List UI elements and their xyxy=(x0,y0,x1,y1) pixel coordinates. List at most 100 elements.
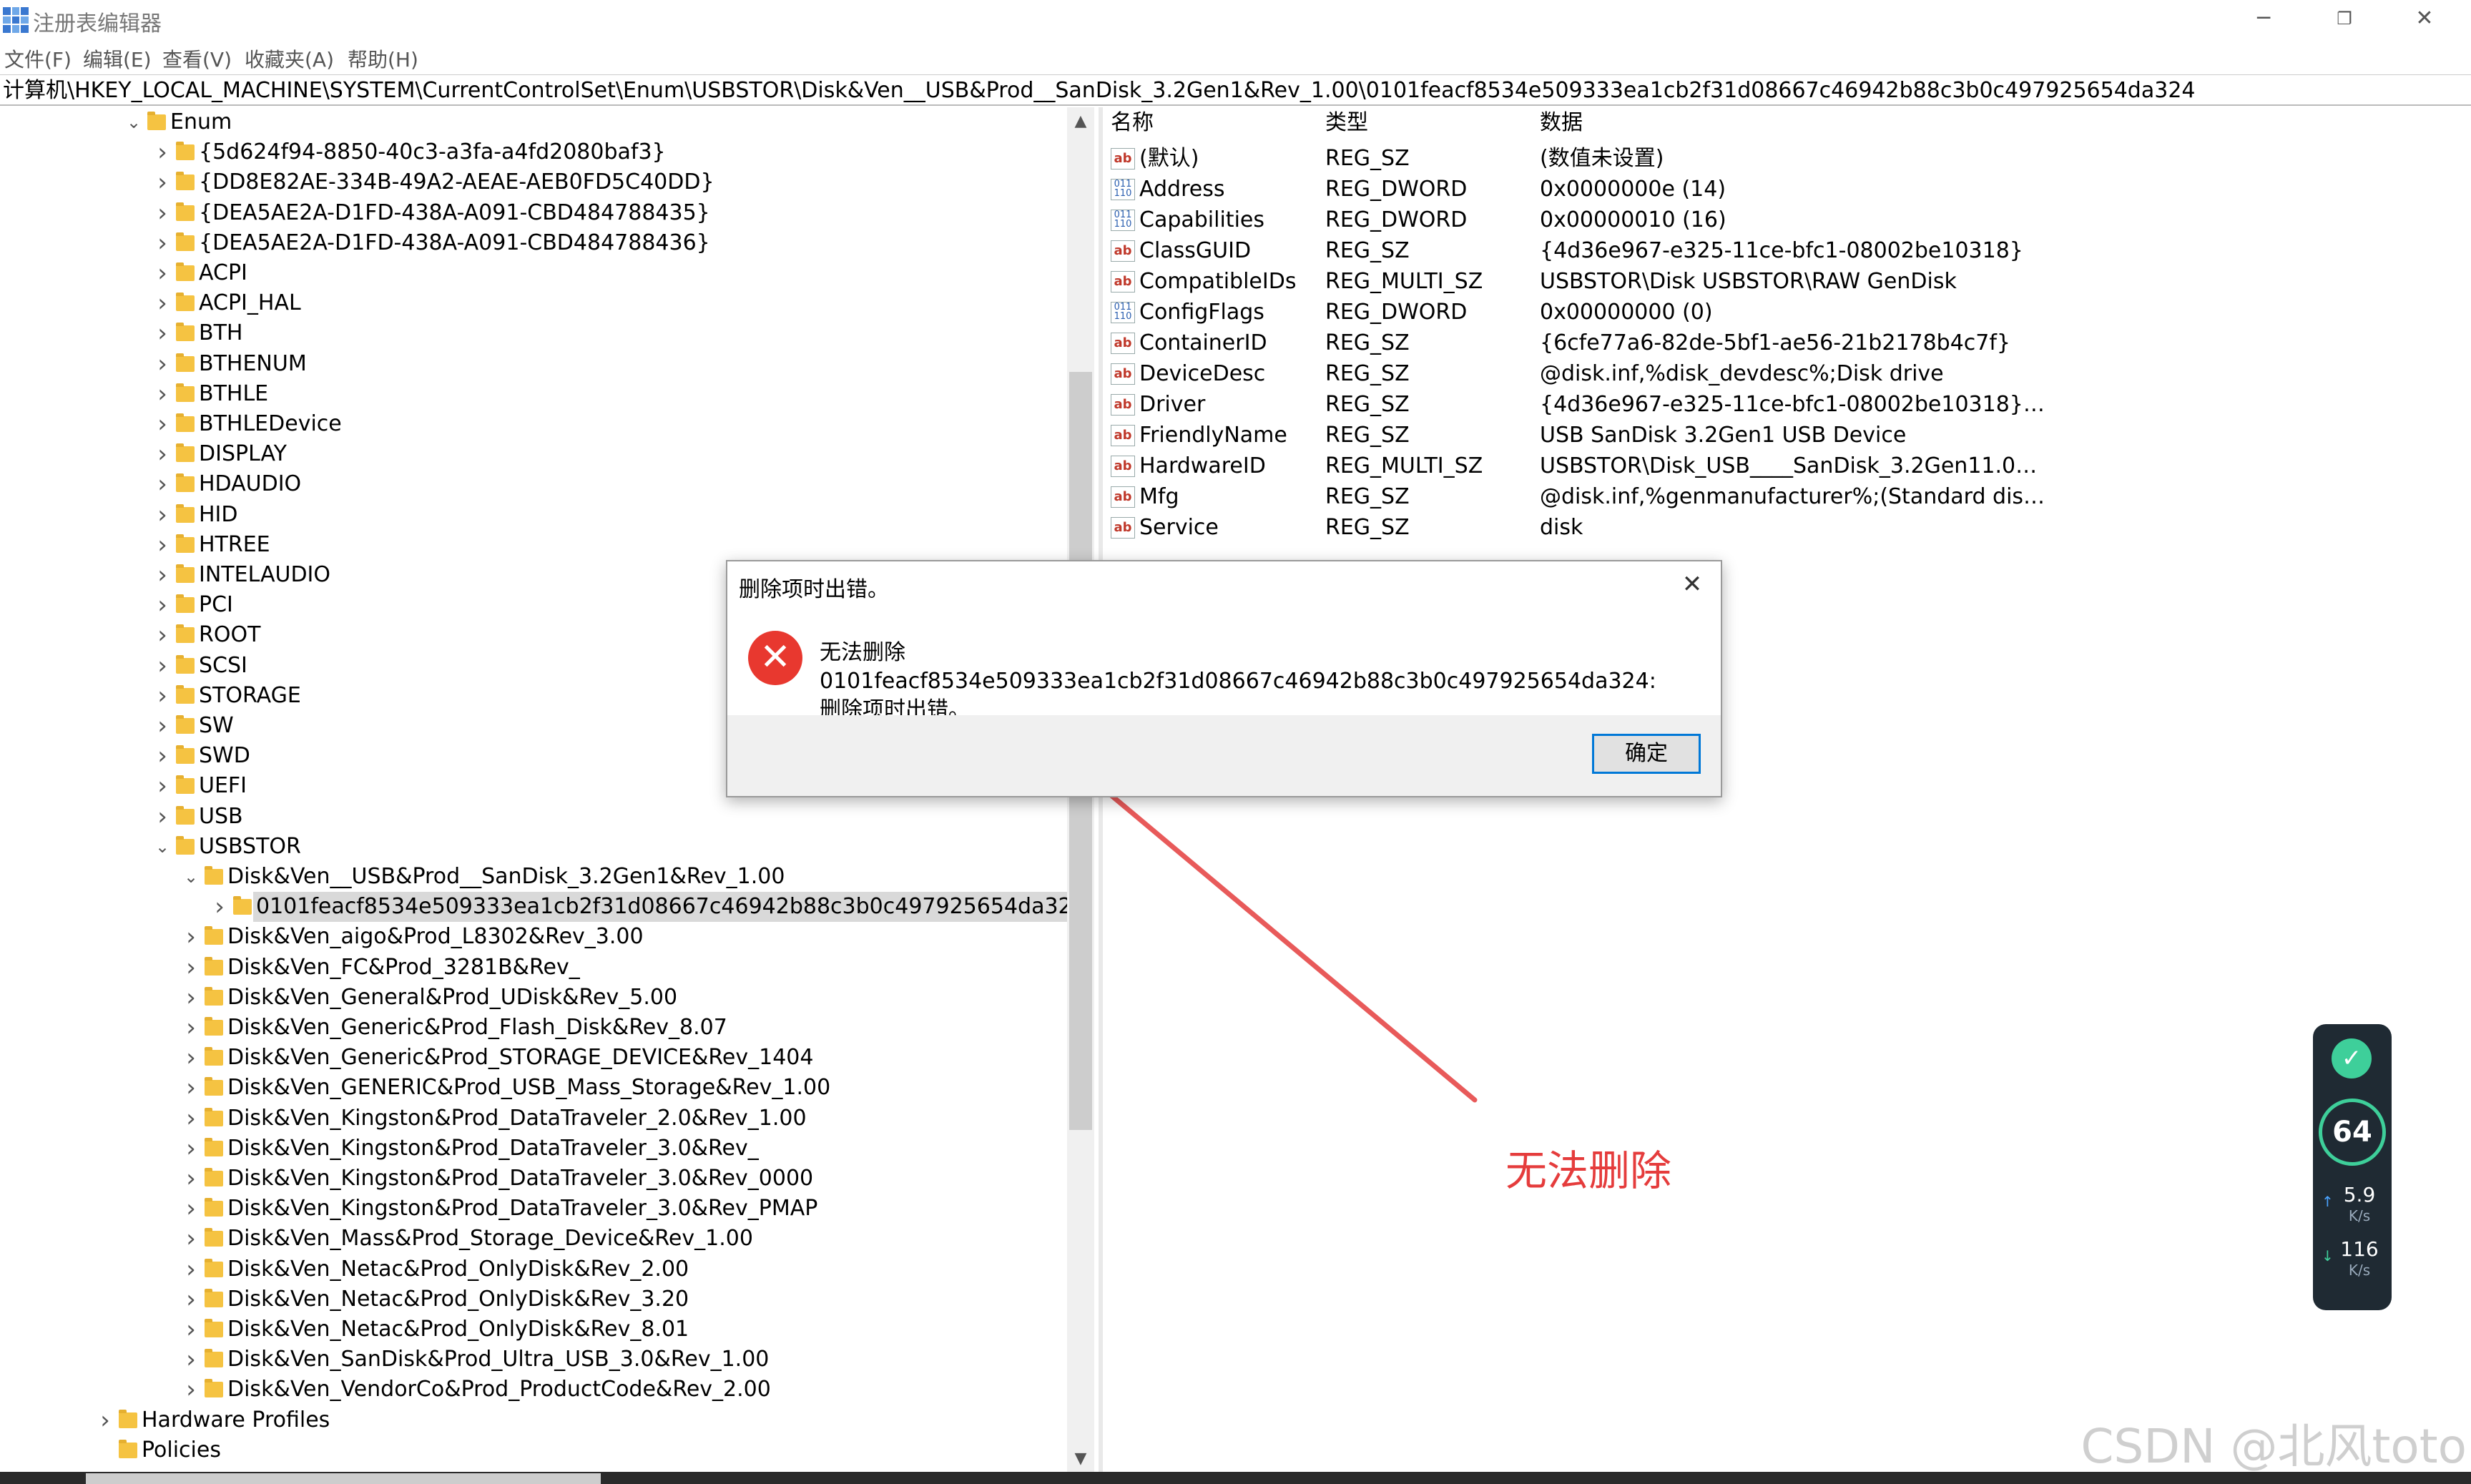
column-header-type[interactable]: 类型 xyxy=(1325,109,1368,137)
chevron-right-icon[interactable]: › xyxy=(179,1043,203,1073)
chevron-right-icon[interactable]: › xyxy=(179,953,203,983)
chevron-right-icon[interactable]: › xyxy=(150,137,175,167)
chevron-right-icon[interactable]: › xyxy=(179,1224,203,1254)
chevron-right-icon[interactable]: › xyxy=(179,1104,203,1134)
chevron-right-icon[interactable]: › xyxy=(179,1375,203,1405)
string-value-icon: ab xyxy=(1111,333,1135,354)
value-row[interactable]: ab Mfg REG_SZ @disk.inf,%genmanufacturer%;(… xyxy=(1105,481,2471,512)
value-row[interactable]: ab HardwareID REG_MULTI_SZ USBSTOR\Disk_USB… xyxy=(1105,451,2471,481)
value-row[interactable]: ab ContainerID REG_SZ {6cfe77a6-82de-5bf1-a… xyxy=(1105,328,2471,358)
chevron-right-icon[interactable]: › xyxy=(150,590,175,620)
chevron-right-icon[interactable]: › xyxy=(179,1194,203,1224)
value-data: {4d36e967-e325-11ce-bfc1-08002be10318} xyxy=(1540,238,2023,263)
chevron-down-icon[interactable]: ⌄ xyxy=(150,832,175,862)
chevron-right-icon[interactable]: › xyxy=(150,228,175,258)
value-row[interactable]: 011 110 Address REG_DWORD 0x0000000e (14) xyxy=(1105,174,2471,205)
chevron-right-icon[interactable]: › xyxy=(150,439,175,469)
chevron-right-icon[interactable]: › xyxy=(150,681,175,711)
folder-icon xyxy=(205,926,223,945)
tree-item-label: BTHENUM xyxy=(199,350,307,376)
chevron-down-icon[interactable]: ⌄ xyxy=(179,862,203,892)
dialog-close-icon[interactable]: ✕ xyxy=(1676,569,1708,600)
chevron-right-icon[interactable]: › xyxy=(93,1405,117,1435)
chevron-right-icon[interactable]: › xyxy=(150,258,175,288)
chevron-right-icon[interactable]: › xyxy=(150,318,175,348)
column-header-data[interactable]: 数据 xyxy=(1540,109,1583,137)
chevron-right-icon[interactable]: › xyxy=(150,409,175,439)
chevron-right-icon[interactable]: › xyxy=(150,741,175,771)
tree-item-label: Disk&Ven_Netac&Prod_OnlyDisk&Rev_8.01 xyxy=(227,1317,689,1342)
chevron-right-icon[interactable]: › xyxy=(150,379,175,409)
tree-item-label: Disk&Ven_Netac&Prod_OnlyDisk&Rev_3.20 xyxy=(227,1286,689,1312)
value-type: REG_DWORD xyxy=(1325,207,1468,232)
chevron-right-icon[interactable]: › xyxy=(150,469,175,499)
value-type: REG_SZ xyxy=(1325,515,1410,540)
menu-view[interactable]: 查看(V) xyxy=(162,44,232,73)
address-bar[interactable]: 计算机\HKEY_LOCAL_MACHINE\SYSTEM\CurrentCon… xyxy=(0,74,2471,106)
value-row[interactable]: ab CompatibleIDs REG_MULTI_SZ USBSTOR\Disk … xyxy=(1105,266,2471,297)
value-row[interactable]: ab Driver REG_SZ {4d36e967-e325-11ce-bfc1-0… xyxy=(1105,389,2471,420)
scroll-up-icon[interactable]: ▲ xyxy=(1067,107,1094,136)
chevron-right-icon[interactable]: › xyxy=(150,771,175,801)
menu-edit[interactable]: 编辑(E) xyxy=(83,44,152,73)
chevron-right-icon[interactable]: › xyxy=(150,167,175,197)
chevron-down-icon[interactable]: ⌄ xyxy=(122,107,146,137)
chevron-right-icon[interactable]: › xyxy=(179,1284,203,1315)
dialog-title: 删除项时出错。 xyxy=(739,577,889,602)
chevron-right-icon[interactable]: › xyxy=(150,198,175,228)
folder-icon xyxy=(205,956,223,976)
menu-help[interactable]: 帮助(H) xyxy=(348,44,418,73)
chevron-right-icon[interactable]: › xyxy=(179,1164,203,1194)
watermark: CSDN @北风toto xyxy=(2081,1419,2467,1474)
chevron-right-icon[interactable]: › xyxy=(150,711,175,741)
folder-icon xyxy=(176,775,195,795)
folder-icon xyxy=(176,323,195,342)
value-name: Service xyxy=(1139,515,1219,540)
value-row[interactable]: ab ClassGUID REG_SZ {4d36e967-e325-11ce-bfc… xyxy=(1105,235,2471,266)
tree-item-label: DISPLAY xyxy=(199,441,288,467)
minimize-button[interactable]: ─ xyxy=(2228,3,2299,34)
value-row[interactable]: ab (默认) REG_SZ (数值未设置) xyxy=(1105,143,2471,174)
value-row[interactable]: 011 110 Capabilities REG_DWORD 0x00000010 (… xyxy=(1105,205,2471,235)
chevron-right-icon[interactable]: › xyxy=(179,922,203,952)
chevron-right-icon[interactable]: › xyxy=(179,1134,203,1164)
value-row[interactable]: ab DeviceDesc REG_SZ @disk.inf,%disk_devdes… xyxy=(1105,358,2471,389)
menu-file[interactable]: 文件(F) xyxy=(4,44,72,73)
value-data: {6cfe77a6-82de-5bf1-ae56-21b2178b4c7f} xyxy=(1540,330,2011,355)
value-row[interactable]: 011 110 ConfigFlags REG_DWORD 0x00000000 (0… xyxy=(1105,297,2471,328)
column-header-name[interactable]: 名称 xyxy=(1111,109,1154,137)
menu-favorites[interactable]: 收藏夹(A) xyxy=(245,44,334,73)
chevron-right-icon[interactable]: › xyxy=(150,288,175,318)
restore-button[interactable]: ❐ xyxy=(2309,3,2380,34)
tree-item-label: HDAUDIO xyxy=(199,471,302,497)
chevron-right-icon[interactable]: › xyxy=(179,1254,203,1284)
ok-button[interactable]: 确定 xyxy=(1592,734,1701,774)
upload-arrow-icon: ↑ xyxy=(2322,1193,2334,1210)
folder-icon xyxy=(205,866,223,885)
close-window-button[interactable]: ✕ xyxy=(2389,3,2460,34)
title-bar: 注册表编辑器 ─ ❐ ✕ xyxy=(0,0,2471,41)
chevron-right-icon[interactable]: › xyxy=(150,560,175,590)
chevron-right-icon[interactable]: › xyxy=(150,349,175,379)
chevron-right-icon[interactable]: › xyxy=(207,892,232,922)
chevron-right-icon[interactable]: › xyxy=(150,651,175,681)
chevron-right-icon[interactable]: › xyxy=(179,1013,203,1043)
chevron-right-icon[interactable]: › xyxy=(179,1073,203,1103)
network-speed-widget[interactable]: ✓ 64 ↑ 5.9 K/s ↓ 116 K/s xyxy=(2313,1024,2392,1310)
folder-icon xyxy=(205,1017,223,1036)
chevron-right-icon[interactable]: › xyxy=(150,620,175,650)
folder-icon xyxy=(176,684,195,704)
value-row[interactable]: ab Service REG_SZ disk xyxy=(1105,512,2471,543)
value-row[interactable]: ab FriendlyName REG_SZ USB SanDisk 3.2Gen1… xyxy=(1105,420,2471,451)
folder-icon xyxy=(233,896,252,915)
chevron-right-icon[interactable]: › xyxy=(179,1345,203,1375)
chevron-right-icon[interactable]: › xyxy=(150,530,175,560)
chevron-right-icon[interactable]: › xyxy=(179,983,203,1013)
value-name: ConfigFlags xyxy=(1139,300,1264,325)
chevron-right-icon[interactable]: › xyxy=(150,500,175,530)
tree-item-label: 0101feacf8534e509333ea1cb2f31d08667c4694… xyxy=(253,892,1089,923)
scroll-down-icon[interactable]: ▼ xyxy=(1067,1445,1094,1473)
chevron-right-icon[interactable]: › xyxy=(150,802,175,832)
horizontal-scrollbar-thumb[interactable] xyxy=(86,1473,601,1484)
chevron-right-icon[interactable]: › xyxy=(179,1315,203,1345)
